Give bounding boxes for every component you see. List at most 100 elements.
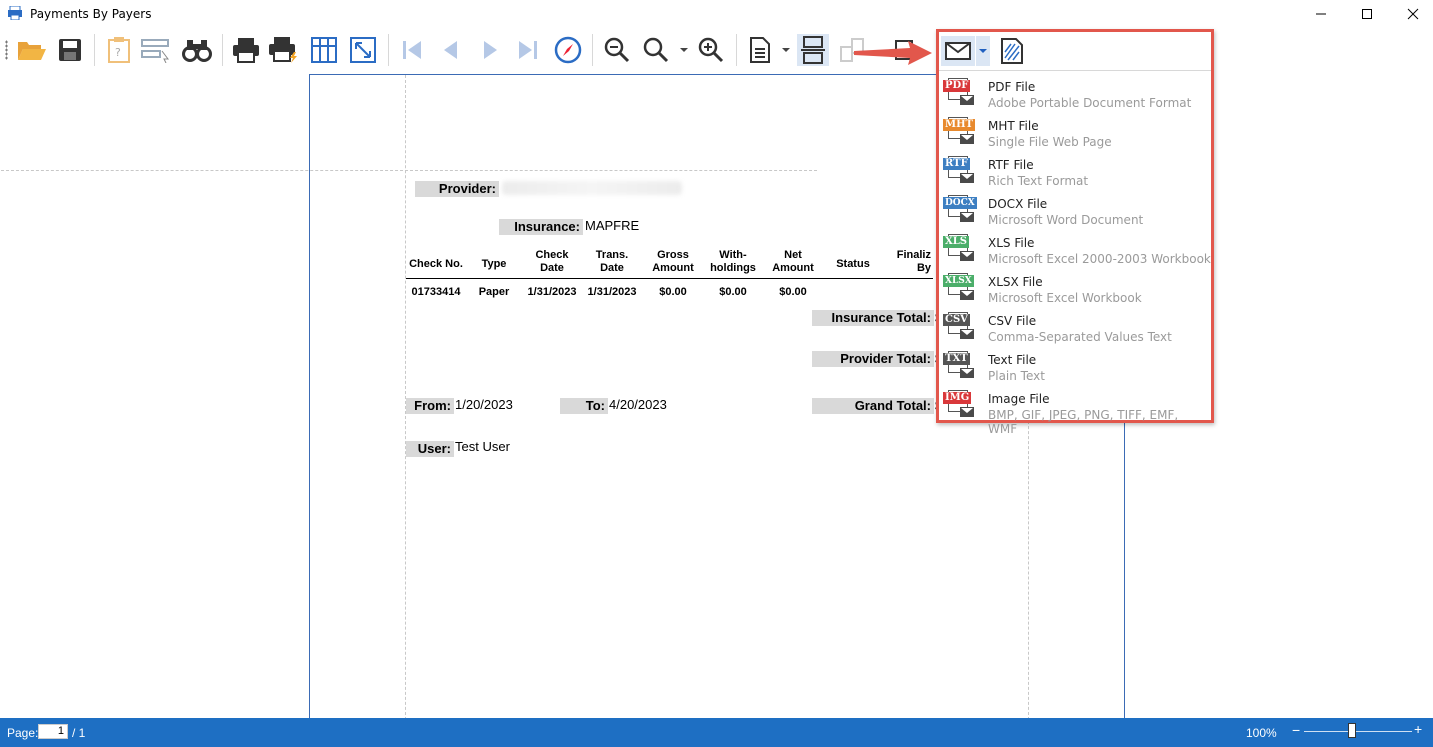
cell-withholdings: $0.00 xyxy=(719,286,747,298)
page-total: / 1 xyxy=(72,726,86,740)
page-label: Page: xyxy=(7,726,39,740)
export-option-csv[interactable]: CSV CSV File Comma-Separated Values Text xyxy=(939,308,1211,347)
export-option-xls[interactable]: XLS XLS File Microsoft Excel 2000-2003 W… xyxy=(939,230,1211,269)
export-option-docx[interactable]: DOCX DOCX File Microsoft Word Document xyxy=(939,191,1211,230)
option-name: Text File xyxy=(988,353,1037,367)
save-icon[interactable] xyxy=(54,34,86,66)
rtf-file-icon: RTF xyxy=(943,156,977,188)
maximize-button[interactable] xyxy=(1344,0,1390,28)
option-description: Plain Text xyxy=(988,369,1045,383)
send-dropdown-arrow[interactable] xyxy=(976,36,990,66)
export-option-xlsx[interactable]: XLSX XLSX File Microsoft Excel Workbook xyxy=(939,269,1211,308)
margin-guide-top xyxy=(1,170,817,171)
zoom-dropdown-arrow[interactable] xyxy=(680,48,688,52)
mht-file-icon: MHT xyxy=(943,117,977,149)
pdf-file-icon: PDF xyxy=(943,78,977,110)
export-option-mht[interactable]: MHT MHT File Single File Web Page xyxy=(939,113,1211,152)
zoom-slider-thumb[interactable] xyxy=(1348,723,1356,738)
zoom-slider-track[interactable] xyxy=(1304,731,1412,732)
column-header-trans-date: Trans. Date xyxy=(595,249,629,274)
app-icon xyxy=(8,5,22,21)
view-options-icon[interactable] xyxy=(744,34,776,66)
option-name: PDF File xyxy=(988,80,1036,94)
first-page-icon[interactable] xyxy=(396,34,428,66)
option-name: XLS File xyxy=(988,236,1035,250)
cell-check-date: 1/31/2023 xyxy=(527,286,577,298)
toolbar-separator xyxy=(94,34,95,66)
toolbar: ? xyxy=(0,28,1433,92)
cell-trans-date: 1/31/2023 xyxy=(587,286,637,298)
toolbar-grip[interactable] xyxy=(5,40,8,60)
next-page-icon[interactable] xyxy=(475,34,507,66)
view-options-dropdown-arrow[interactable] xyxy=(782,48,790,52)
print-icon[interactable] xyxy=(230,34,262,66)
column-header-gross-amount: Gross Amount xyxy=(652,249,694,274)
option-description: Microsoft Excel 2000-2003 Workbook xyxy=(988,252,1211,266)
option-description: Comma-Separated Values Text xyxy=(988,330,1172,344)
window-title: Payments By Payers xyxy=(30,7,152,21)
docx-file-icon: DOCX xyxy=(943,195,977,227)
export-option-image[interactable]: IMG Image File BMP, GIF, JPEG, PNG, TIFF… xyxy=(939,386,1211,436)
option-description: Rich Text Format xyxy=(988,174,1089,188)
scale-icon[interactable] xyxy=(347,34,379,66)
parameters-icon[interactable]: ? xyxy=(103,34,135,66)
csv-file-icon: CSV xyxy=(943,312,977,344)
zoom-icon[interactable] xyxy=(640,34,672,66)
open-icon[interactable] xyxy=(16,34,48,66)
column-header-net-amount: Net Amount xyxy=(772,249,814,274)
svg-text:?: ? xyxy=(115,46,121,59)
zoom-plus-button[interactable]: + xyxy=(1414,721,1422,737)
insurance-total-label: Insurance Total: xyxy=(812,310,934,326)
header-underline xyxy=(406,278,933,279)
from-label: From: xyxy=(406,398,454,414)
send-icon[interactable] xyxy=(941,36,975,66)
export-option-rtf[interactable]: RTF RTF File Rich Text Format xyxy=(939,152,1211,191)
quick-print-icon[interactable] xyxy=(268,34,300,66)
cell-check-no: 01733414 xyxy=(411,286,461,298)
grand-total-label: Grand Total: xyxy=(812,398,934,414)
export-option-text[interactable]: TXT Text File Plain Text xyxy=(939,347,1211,386)
option-name: XLSX File xyxy=(988,275,1043,289)
zoom-level: 100% xyxy=(1246,726,1277,740)
xls-file-icon: XLS xyxy=(943,234,977,266)
toolbar-separator xyxy=(592,34,593,66)
zoom-out-icon[interactable] xyxy=(601,34,633,66)
watermark-icon[interactable] xyxy=(997,36,1027,66)
toolbar-separator xyxy=(222,34,223,66)
last-page-icon[interactable] xyxy=(512,34,544,66)
zoom-minus-button[interactable]: − xyxy=(1292,722,1300,738)
option-name: RTF File xyxy=(988,158,1034,172)
option-name: Image File xyxy=(988,392,1050,406)
minimize-button[interactable] xyxy=(1298,0,1344,28)
close-button[interactable] xyxy=(1390,0,1433,28)
status-bar: Page: 1 / 1 100% − + xyxy=(0,718,1433,747)
option-name: MHT File xyxy=(988,119,1039,133)
cell-net-amount: $0.00 xyxy=(779,286,807,298)
option-name: DOCX File xyxy=(988,197,1048,211)
multipage-icon[interactable] xyxy=(797,34,829,66)
option-name: CSV File xyxy=(988,314,1037,328)
page-setup-icon[interactable] xyxy=(308,34,340,66)
export-option-pdf[interactable]: PDF PDF File Adobe Portable Document For… xyxy=(939,74,1211,113)
provider-value-redacted xyxy=(502,181,682,195)
insurance-label: Insurance: xyxy=(499,219,583,235)
title-bar: Payments By Payers xyxy=(0,0,1433,28)
from-value: 1/20/2023 xyxy=(455,397,513,412)
previous-page-icon[interactable] xyxy=(434,34,466,66)
to-value: 4/20/2023 xyxy=(609,397,667,412)
zoom-in-icon[interactable] xyxy=(695,34,727,66)
column-header-withholdings: With- holdings xyxy=(710,249,756,274)
editing-fields-icon[interactable] xyxy=(140,34,172,66)
provider-total-label: Provider Total: xyxy=(812,351,934,367)
user-value: Test User xyxy=(455,439,510,454)
image-file-icon: IMG xyxy=(943,390,977,422)
page-number-input[interactable]: 1 xyxy=(38,724,68,739)
option-description: Microsoft Excel Workbook xyxy=(988,291,1142,305)
option-description: Single File Web Page xyxy=(988,135,1112,149)
navigation-icon[interactable] xyxy=(552,34,584,66)
text-file-icon: TXT xyxy=(943,351,977,383)
column-header-check-date: Check Date xyxy=(535,249,569,274)
option-description: Microsoft Word Document xyxy=(988,213,1144,227)
find-icon[interactable] xyxy=(181,34,213,66)
column-header-check-no: Check No. xyxy=(409,258,463,270)
